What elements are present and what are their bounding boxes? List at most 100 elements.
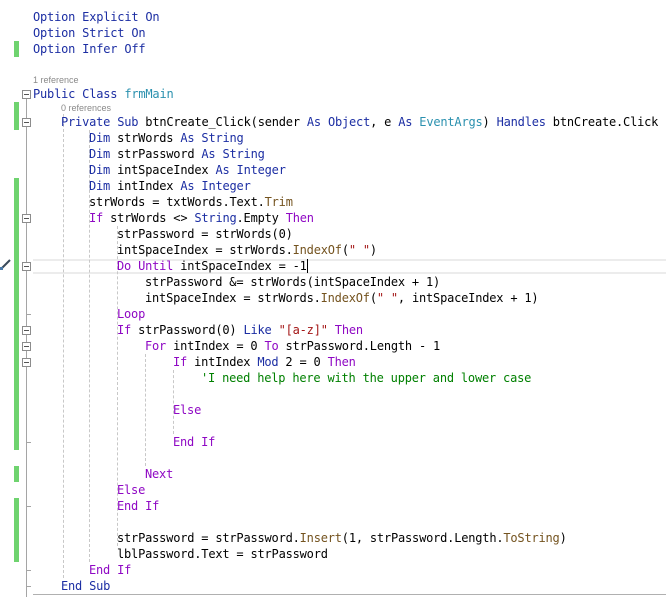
- code-token: " ": [348, 243, 370, 257]
- code-token: strPassword: [117, 147, 202, 161]
- code-token: strPassword = strPassword.: [117, 531, 300, 545]
- code-line[interactable]: Loop: [117, 306, 145, 322]
- code-line[interactable]: Option Strict On: [33, 25, 146, 41]
- code-token: (: [341, 243, 349, 257]
- code-token: Mod: [257, 355, 286, 369]
- code-line[interactable]: End If: [117, 498, 159, 514]
- code-line[interactable]: intSpaceIndex = strWords.IndexOf(" "): [117, 242, 377, 258]
- collapse-toggle-icon[interactable]: [22, 90, 31, 99]
- code-token: IndexOf: [292, 243, 342, 257]
- quick-action-pen-icon[interactable]: [0, 258, 12, 270]
- code-token: strPassword.Length - 1: [285, 339, 441, 353]
- code-token: Next: [145, 467, 174, 481]
- code-token: End If: [89, 563, 132, 577]
- code-token: Else: [173, 403, 202, 417]
- code-line[interactable]: Option Infer Off: [33, 41, 146, 57]
- code-token: intIndex: [194, 355, 258, 369]
- code-line[interactable]: Public Class frmMain: [33, 86, 174, 102]
- collapse-toggle-icon[interactable]: [22, 214, 31, 223]
- fold-end-tick: [26, 506, 31, 507]
- code-token: Then: [327, 355, 356, 369]
- code-token: String: [194, 211, 237, 225]
- code-token: ): [369, 243, 377, 257]
- code-token: intSpaceIndex = -1: [180, 259, 307, 273]
- code-editor[interactable]: 1 reference 0 references Option Explicit…: [0, 0, 666, 602]
- code-token: 'I need help here with the upper and low…: [201, 371, 532, 385]
- code-token: Else: [117, 483, 146, 497]
- code-token: .Empty: [236, 211, 286, 225]
- code-line[interactable]: If strPassword(0) Like "[a-z]" Then: [117, 322, 363, 338]
- code-line[interactable]: End If: [173, 434, 215, 450]
- code-line[interactable]: End Sub: [61, 578, 110, 594]
- code-token: Handles: [496, 115, 553, 129]
- code-token: intSpaceIndex: [117, 163, 216, 177]
- change-marker-bar: [14, 178, 19, 354]
- code-line[interactable]: Dim strPassword As String: [89, 146, 265, 162]
- code-token: Trim: [264, 195, 293, 209]
- code-token: If: [117, 323, 139, 337]
- code-line[interactable]: lblPassword.Text = strPassword: [117, 546, 328, 562]
- code-token: intSpaceIndex = strWords.: [117, 243, 293, 257]
- code-line[interactable]: Else: [117, 482, 145, 498]
- code-token: If: [173, 355, 195, 369]
- indent-guide: [63, 114, 64, 578]
- code-token: btnCreate_Click(sender: [145, 115, 307, 129]
- code-line[interactable]: For intIndex = 0 To strPassword.Length -…: [145, 338, 440, 354]
- code-token: End Sub: [61, 579, 111, 593]
- code-token: Public Class: [33, 87, 125, 101]
- code-line[interactable]: If intIndex Mod 2 = 0 Then: [173, 354, 356, 370]
- code-line[interactable]: strWords = txtWords.Text.Trim: [89, 194, 293, 210]
- change-marker-bar: [14, 466, 19, 482]
- code-token: Private Sub: [61, 115, 146, 129]
- code-line[interactable]: Private Sub btnCreate_Click(sender As Ob…: [61, 114, 658, 130]
- collapse-toggle-icon[interactable]: [22, 342, 31, 351]
- code-token: EventArgs: [419, 115, 483, 129]
- code-line[interactable]: strPassword = strPassword.Insert(1, strP…: [117, 530, 567, 546]
- code-line[interactable]: Next: [145, 466, 173, 482]
- code-token: As Integer: [215, 163, 286, 177]
- code-token: strPassword = strWords(0): [117, 227, 293, 241]
- code-token: strPassword &= strWords(intSpaceIndex + …: [145, 275, 441, 289]
- fold-end-tick: [26, 570, 31, 571]
- code-token: Loop: [117, 307, 146, 321]
- code-line[interactable]: Dim strWords As String: [89, 130, 244, 146]
- code-line[interactable]: strPassword = strWords(0): [117, 226, 293, 242]
- codelens-sub-references[interactable]: 0 references: [61, 102, 111, 114]
- code-token: "[a-z]": [278, 323, 328, 337]
- change-marker-bar: [14, 354, 19, 450]
- code-token: lblPassword.Text = strPassword: [117, 547, 328, 561]
- code-line[interactable]: intSpaceIndex = strWords.IndexOf(" ", in…: [145, 290, 539, 306]
- code-token: Then: [285, 211, 314, 225]
- code-line[interactable]: strPassword &= strWords(intSpaceIndex + …: [145, 274, 440, 290]
- collapse-toggle-icon[interactable]: [22, 262, 31, 271]
- change-marker-bar: [14, 102, 19, 130]
- code-token: Like: [243, 323, 279, 337]
- indent-guide: [145, 354, 146, 466]
- code-line[interactable]: Option Explicit On: [33, 9, 160, 25]
- code-token: intIndex = 0: [173, 339, 265, 353]
- code-line[interactable]: If strWords <> String.Empty Then: [89, 210, 314, 226]
- collapse-toggle-icon[interactable]: [22, 358, 31, 367]
- code-token: intSpaceIndex = strWords.: [145, 291, 321, 305]
- code-token: (1, strPassword.Length.: [341, 531, 504, 545]
- code-token: As String: [201, 147, 265, 161]
- code-token: frmMain: [124, 87, 174, 101]
- code-line[interactable]: Else: [173, 402, 201, 418]
- code-line[interactable]: Dim intIndex As Integer: [89, 178, 251, 194]
- code-line[interactable]: End If: [89, 562, 131, 578]
- code-token: Then: [327, 323, 363, 337]
- code-line[interactable]: 'I need help here with the upper and low…: [201, 370, 531, 386]
- code-token: ToString: [503, 531, 560, 545]
- code-line[interactable]: Dim intSpaceIndex As Integer: [89, 162, 286, 178]
- end-of-class-separator: [33, 594, 666, 595]
- code-line[interactable]: Do Until intSpaceIndex = -1: [117, 258, 307, 274]
- code-token: strPassword(0): [138, 323, 244, 337]
- text-caret: [307, 259, 308, 273]
- code-token: As Integer: [180, 179, 251, 193]
- collapse-toggle-icon[interactable]: [22, 118, 31, 127]
- fold-end-tick: [26, 586, 31, 587]
- fold-end-tick: [26, 314, 31, 315]
- code-token: As Object: [306, 115, 371, 129]
- codelens-class-references[interactable]: 1 reference: [33, 74, 79, 86]
- collapse-toggle-icon[interactable]: [22, 326, 31, 335]
